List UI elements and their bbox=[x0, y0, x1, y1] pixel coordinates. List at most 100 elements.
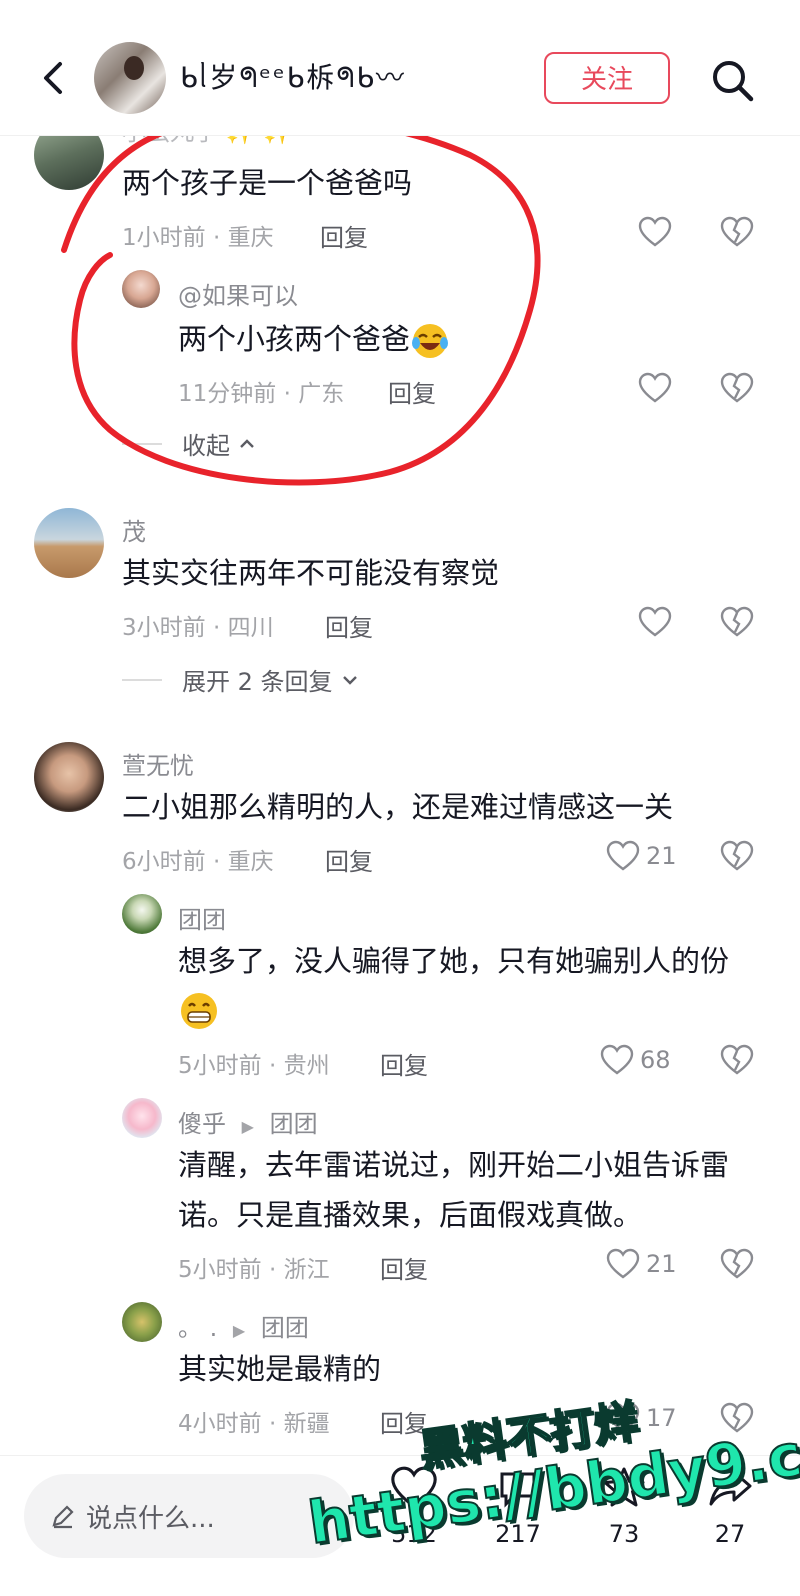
broken-heart-icon bbox=[720, 606, 754, 637]
broken-heart-icon bbox=[720, 1044, 754, 1075]
reply-button[interactable]: 回复 bbox=[325, 842, 373, 877]
share-action[interactable]: 27 bbox=[690, 1464, 770, 1548]
commenter-avatar[interactable] bbox=[34, 742, 104, 812]
heart-icon bbox=[638, 216, 672, 247]
heart-icon bbox=[600, 1044, 634, 1075]
heart-icon bbox=[606, 1248, 640, 1279]
commenter-avatar[interactable] bbox=[34, 508, 104, 578]
reply-text-line: 诺。只是直播效果，后面假戏真做。 bbox=[178, 1198, 643, 1232]
like-count: 21 bbox=[646, 1250, 677, 1278]
divider bbox=[122, 678, 162, 681]
reply-button[interactable]: 回复 bbox=[380, 1250, 428, 1285]
replier-username: 傻乎 bbox=[178, 1110, 226, 1138]
commenter-name[interactable]: 萱无忧 bbox=[122, 746, 194, 781]
reply-to-username: 团团 bbox=[260, 1314, 309, 1342]
search-icon[interactable] bbox=[708, 56, 756, 104]
dislike-button[interactable] bbox=[720, 368, 754, 408]
reply-text-line: 清醒，去年雷诺说过，刚开始二小姐告诉雷 bbox=[178, 1148, 730, 1182]
expand-replies-button[interactable]: 展开 2 条回复 bbox=[122, 662, 359, 697]
like-count: 512 bbox=[391, 1520, 437, 1548]
expand-label: 展开 2 条回复 bbox=[182, 668, 333, 696]
reply-meta: 5小时前 · 浙江 bbox=[178, 1257, 330, 1283]
chevron-down-icon bbox=[342, 675, 357, 685]
like-button[interactable]: 21 bbox=[606, 1244, 677, 1284]
reply-to-arrow-icon: ▶ bbox=[232, 1321, 246, 1340]
like-button[interactable] bbox=[638, 212, 672, 252]
replier-avatar[interactable] bbox=[122, 894, 162, 934]
share-count: 27 bbox=[714, 1520, 746, 1548]
comment-bubble-icon bbox=[500, 1472, 536, 1508]
replier-avatar[interactable] bbox=[122, 270, 160, 308]
star-icon bbox=[603, 1467, 645, 1507]
broken-heart-icon bbox=[720, 1402, 754, 1433]
laughing-emoji-icon bbox=[412, 324, 449, 358]
broken-heart-icon bbox=[720, 840, 754, 871]
replier-name[interactable]: 团团 bbox=[178, 900, 226, 935]
favorite-action[interactable]: 73 bbox=[584, 1464, 664, 1548]
follow-button[interactable]: 关注 bbox=[544, 52, 670, 104]
comment-meta: 1小时前 · 重庆 bbox=[122, 225, 274, 251]
reply-text-content: 两个小孩两个爸爸 bbox=[178, 322, 411, 356]
reply-text: 两个小孩两个爸爸 bbox=[178, 314, 450, 364]
heart-icon bbox=[606, 1402, 640, 1433]
dislike-button[interactable] bbox=[720, 1040, 754, 1080]
replier-name[interactable]: 傻乎 ▶ 团团 bbox=[178, 1104, 318, 1139]
dislike-button[interactable] bbox=[720, 836, 754, 876]
like-button[interactable]: 68 bbox=[600, 1040, 671, 1080]
dislike-button[interactable] bbox=[720, 602, 754, 642]
like-count: 17 bbox=[646, 1404, 677, 1432]
comment-text: 二小姐那么精明的人，还是难过情感这一关 bbox=[122, 790, 674, 824]
author-avatar[interactable] bbox=[94, 42, 166, 114]
broken-heart-icon bbox=[720, 1248, 754, 1279]
chevron-up-icon bbox=[240, 438, 254, 448]
collapse-replies-button[interactable]: 收起 bbox=[122, 426, 256, 461]
commenter-name[interactable]: 茂 bbox=[122, 512, 146, 547]
reply-button[interactable]: 回复 bbox=[320, 218, 368, 253]
like-action[interactable]: 512 bbox=[374, 1464, 454, 1548]
dislike-button[interactable] bbox=[720, 212, 754, 252]
reply-button[interactable]: 回复 bbox=[380, 1404, 428, 1439]
reply-to-username: 团团 bbox=[269, 1110, 318, 1138]
broken-heart-icon bbox=[720, 216, 754, 247]
author-name[interactable]: ᑲᥣ岁ᖗᵉᵉᑲ柝ᖗᑲ〰 bbox=[180, 56, 406, 96]
reply-meta: 4小时前 · 新疆 bbox=[178, 1411, 330, 1437]
reply-meta: 5小时前 · 贵州 bbox=[178, 1053, 330, 1079]
reply-button[interactable]: 回复 bbox=[325, 608, 373, 643]
replier-avatar[interactable] bbox=[122, 1302, 162, 1342]
share-arrow-icon bbox=[709, 1470, 752, 1506]
replier-avatar[interactable] bbox=[122, 1098, 162, 1138]
reply-button[interactable]: 回复 bbox=[380, 1046, 428, 1081]
back-arrow-icon[interactable] bbox=[34, 58, 74, 98]
comment-input[interactable]: 说点什么... bbox=[24, 1474, 354, 1558]
heart-icon bbox=[606, 840, 640, 871]
replier-name[interactable]: @如果可以 bbox=[178, 276, 298, 311]
dislike-button[interactable] bbox=[720, 1398, 754, 1438]
heart-icon bbox=[638, 606, 672, 637]
like-button[interactable] bbox=[638, 368, 672, 408]
broken-heart-icon bbox=[720, 372, 754, 403]
grinning-emoji-icon bbox=[181, 993, 217, 1029]
replier-username: 。 . bbox=[178, 1314, 218, 1342]
heart-icon bbox=[638, 372, 672, 403]
comment-meta: 6小时前 · 重庆 bbox=[122, 849, 274, 875]
divider bbox=[122, 442, 162, 445]
reply-text: 其实她是最精的 bbox=[178, 1352, 382, 1386]
comment-action[interactable]: 217 bbox=[478, 1464, 558, 1548]
reply-text: 想多了，没人骗得了她，只有她骗别人的份 bbox=[178, 944, 730, 978]
like-button[interactable] bbox=[638, 602, 672, 642]
collapse-label: 收起 bbox=[182, 432, 230, 460]
like-button[interactable]: 21 bbox=[606, 836, 677, 876]
like-count: 68 bbox=[640, 1046, 671, 1074]
dislike-button[interactable] bbox=[720, 1244, 754, 1284]
reply-to-arrow-icon: ▶ bbox=[241, 1117, 254, 1136]
favorite-count: 73 bbox=[608, 1520, 640, 1548]
top-bar: ᑲᥣ岁ᖗᵉᵉᑲ柝ᖗᑲ〰 关注 bbox=[0, 0, 800, 136]
pencil-icon bbox=[52, 1505, 74, 1529]
reply-button[interactable]: 回复 bbox=[388, 374, 436, 409]
like-count: 21 bbox=[646, 842, 677, 870]
reply-meta: 11分钟前 · 广东 bbox=[178, 381, 345, 407]
like-button[interactable]: 17 bbox=[606, 1398, 677, 1438]
heart-icon bbox=[391, 1466, 437, 1509]
replier-name[interactable]: 。 . ▶ 团团 bbox=[178, 1308, 309, 1343]
comment-input-placeholder: 说点什么... bbox=[86, 1503, 215, 1534]
